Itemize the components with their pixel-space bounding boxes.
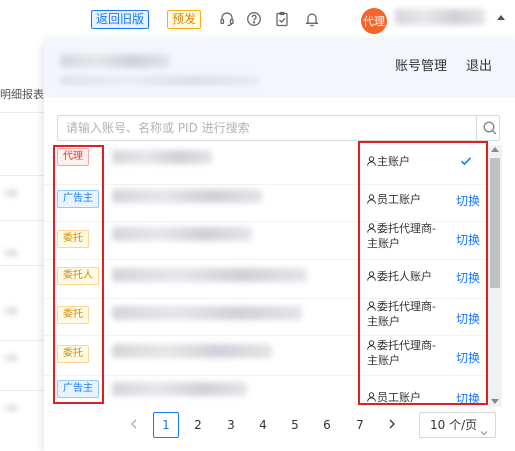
page-4[interactable]: 4	[250, 412, 276, 438]
redacted-username	[395, 9, 485, 25]
redacted-account-name	[112, 344, 272, 358]
redacted-cell	[4, 190, 18, 196]
bell-icon[interactable]	[304, 11, 320, 27]
pagination: 1 2 3 4 5 6 7 10 个/页	[44, 408, 515, 451]
page-size-select[interactable]: 10 个/页	[419, 412, 496, 438]
background-row-divider	[0, 112, 44, 113]
back-to-old-version-button[interactable]: 返回旧版	[91, 10, 150, 29]
page-3[interactable]: 3	[218, 412, 244, 438]
help-icon[interactable]	[246, 11, 262, 27]
scrollbar-thumb[interactable]	[490, 158, 500, 288]
redacted-account-info	[60, 76, 260, 85]
next-page-icon[interactable]	[379, 412, 405, 438]
background-table: 明细报表	[0, 40, 44, 451]
redacted-cell	[4, 250, 18, 256]
page-6[interactable]: 6	[314, 412, 340, 438]
account-type-column-highlight	[358, 141, 488, 405]
redacted-account-name	[112, 306, 302, 320]
redacted-account-name	[60, 54, 170, 68]
search-icon[interactable]	[482, 120, 498, 136]
redacted-cell	[4, 355, 18, 361]
background-table-fragment: 明细报表	[0, 88, 44, 101]
chevron-down-icon	[480, 421, 488, 436]
search-input[interactable]	[58, 116, 476, 140]
redacted-account-name	[112, 150, 212, 164]
page-5[interactable]: 5	[282, 412, 308, 438]
background-row-divider	[0, 265, 44, 266]
account-management-link[interactable]: 账号管理	[395, 55, 447, 74]
caret-up-icon[interactable]	[497, 15, 505, 20]
background-row-divider	[0, 175, 44, 176]
background-row-divider	[0, 220, 44, 221]
logout-link[interactable]: 退出	[466, 55, 492, 74]
account-switch-dropdown: 账号管理 退出 代理 主账户 广告主 员工账户 切换 委托	[44, 40, 515, 451]
page-7[interactable]: 7	[347, 412, 373, 438]
background-row-divider	[0, 390, 44, 391]
search-divider	[476, 116, 477, 140]
panel-header: 账号管理 退出	[44, 40, 515, 98]
scroll-down-arrow-icon[interactable]	[491, 399, 499, 404]
prerelease-tag: 预发	[167, 10, 202, 29]
prev-page-icon[interactable]	[121, 412, 147, 438]
redacted-cell	[4, 308, 18, 314]
redacted-account-name	[112, 227, 252, 241]
clipboard-check-icon[interactable]	[274, 11, 290, 27]
page-1[interactable]: 1	[153, 412, 179, 438]
background-row-divider	[0, 340, 44, 341]
avatar[interactable]: 代理	[361, 8, 387, 34]
redacted-account-name	[112, 268, 307, 282]
page-2[interactable]: 2	[185, 412, 211, 438]
headset-icon[interactable]	[219, 11, 235, 27]
redacted-account-name	[112, 189, 262, 203]
top-bar: 返回旧版 预发 代理	[0, 0, 515, 40]
badge-column-highlight	[53, 145, 104, 404]
page-size-value: 10 个/页	[430, 418, 478, 432]
redacted-account-name	[112, 382, 247, 396]
scroll-up-arrow-icon[interactable]	[491, 147, 499, 152]
redacted-cell	[4, 405, 18, 411]
account-list-scrollbar[interactable]	[488, 145, 502, 407]
account-search	[57, 115, 500, 141]
